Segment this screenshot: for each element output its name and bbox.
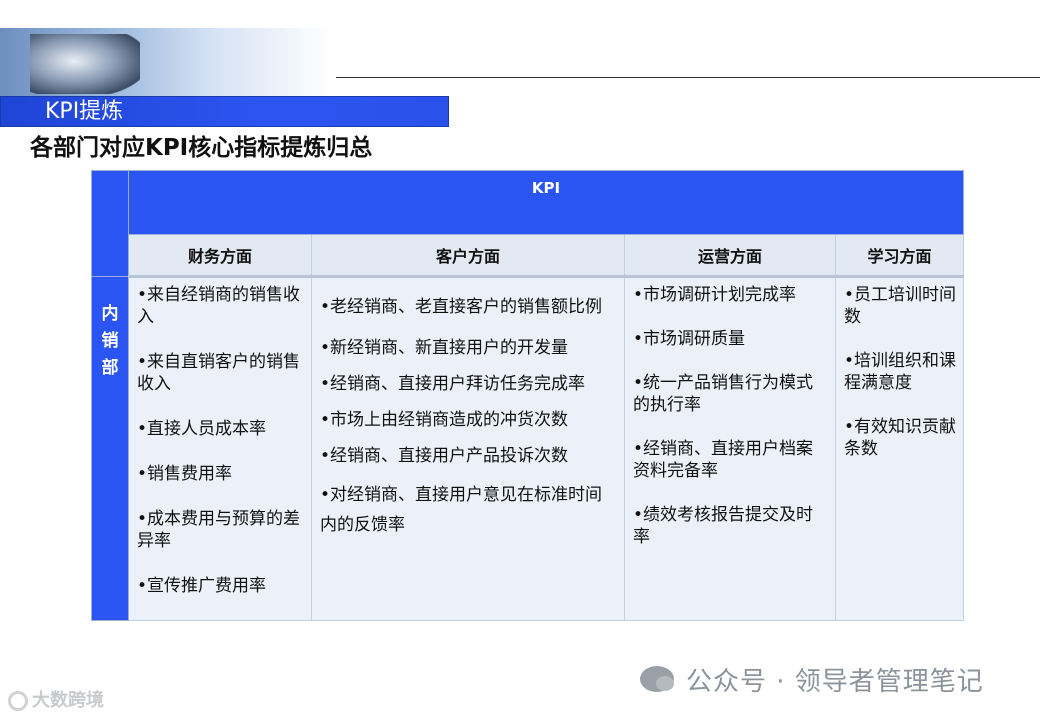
row-label-char: 部 xyxy=(101,358,119,378)
list-item: •老经销商、老直接客户的销售额比例 xyxy=(320,297,603,317)
list-item: •成本费用与预算的差异率 xyxy=(137,509,301,551)
list-item: •新经销商、新直接用户的开发量 xyxy=(320,338,569,358)
customer-cell: •老经销商、老直接客户的销售额比例 •新经销商、新直接用户的开发量 •经销商、直… xyxy=(311,276,625,621)
column-header-customer: 客户方面 xyxy=(311,234,625,278)
column-header-finance: 财务方面 xyxy=(128,234,312,278)
finance-cell: •来自经销商的销售收入 •来自直销客户的销售收入 •直接人员成本率 •销售费用率… xyxy=(128,276,312,621)
watermark-left-text: 大数跨境 xyxy=(32,690,104,711)
learning-cell: •员工培训时间数 •培训组织和课程满意度 •有效知识贡献条数 xyxy=(834,276,965,621)
page-subtitle: 各部门对应KPI核心指标提炼归总 xyxy=(30,135,373,161)
list-item: •经销商、直接用户产品投诉次数 xyxy=(320,446,569,466)
row-label-char: 销 xyxy=(101,331,119,351)
list-item: •经销商、直接用户档案资料完备率 xyxy=(633,439,814,481)
kpi-header: KPI xyxy=(127,170,965,235)
kpi-table: KPI 财务方面 客户方面 运营方面 学习方面 内 销 部 •来自经销商的销售收… xyxy=(91,170,965,621)
corner-cell xyxy=(91,170,129,277)
list-item: •有效知识贡献条数 xyxy=(844,417,957,459)
list-item: •市场调研质量 xyxy=(633,329,746,349)
row-label: 内 销 部 xyxy=(91,276,129,621)
list-item: •来自经销商的销售收入 xyxy=(137,285,301,327)
list-item: •培训组织和课程满意度 xyxy=(844,351,957,393)
wechat-icon xyxy=(640,666,674,692)
column-header-operations: 运营方面 xyxy=(624,234,836,278)
list-item: •经销商、直接用户拜访任务完成率 xyxy=(320,374,586,394)
list-item: •直接人员成本率 xyxy=(137,419,267,439)
list-item: •来自直销客户的销售收入 xyxy=(137,352,301,394)
list-item: •宣传推广费用率 xyxy=(137,576,267,596)
logo-icon xyxy=(8,691,28,711)
motor-image xyxy=(30,34,140,94)
column-header-learning: 学习方面 xyxy=(834,234,965,278)
header-banner-image xyxy=(0,28,330,103)
operations-cell: •市场调研计划完成率 •市场调研质量 •统一产品销售行为模式的执行率 •经销商、… xyxy=(624,276,836,621)
list-item: •市场调研计划完成率 xyxy=(633,285,797,305)
list-item: •绩效考核报告提交及时率 xyxy=(633,505,814,547)
watermark-left: 大数跨境 xyxy=(8,686,104,712)
section-title: KPI提炼 xyxy=(45,99,124,124)
list-item: •市场上由经销商造成的冲货次数 xyxy=(320,410,569,430)
watermark-right: 公众号 · 领导者管理笔记 xyxy=(640,662,984,697)
list-item: •销售费用率 xyxy=(137,464,233,484)
header-rule xyxy=(336,77,1040,78)
list-item: •统一产品销售行为模式的执行率 xyxy=(633,373,814,415)
section-title-bar: KPI提炼 xyxy=(0,96,449,127)
row-label-char: 内 xyxy=(101,304,119,324)
list-item: •对经销商、直接用户意见在标准时间内的反馈率 xyxy=(320,485,603,535)
list-item: •员工培训时间数 xyxy=(844,285,957,327)
watermark-right-text: 公众号 · 领导者管理笔记 xyxy=(686,666,984,697)
